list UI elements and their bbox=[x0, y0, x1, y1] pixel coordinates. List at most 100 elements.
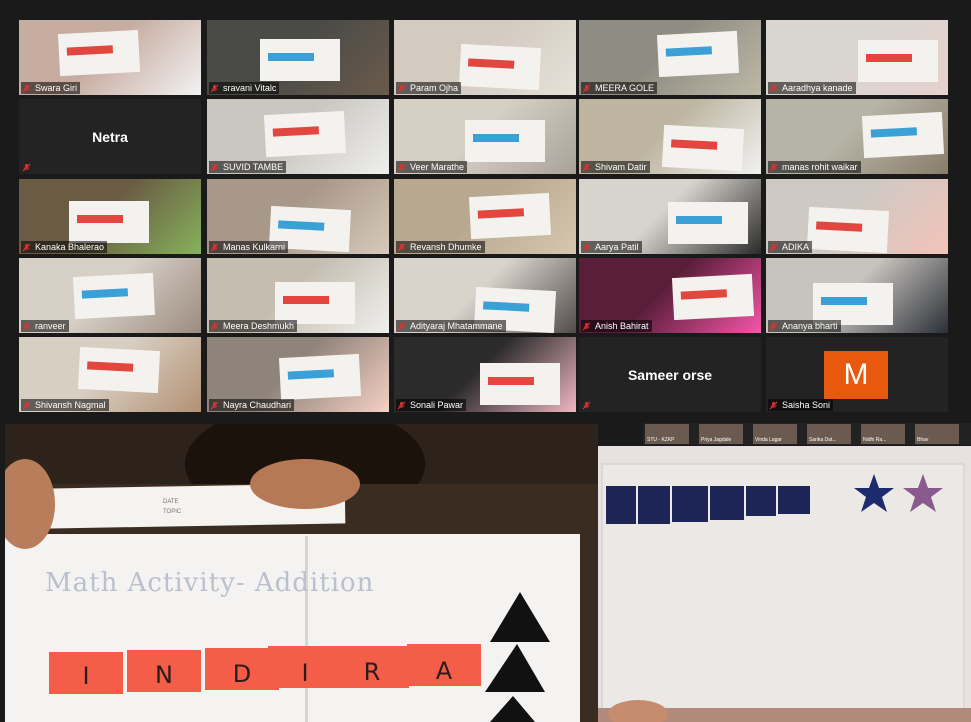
held-paper bbox=[806, 206, 890, 254]
mini-speaker-label: STU - KZKP bbox=[647, 437, 675, 443]
mic-muted-icon bbox=[22, 243, 31, 252]
participant-tile[interactable]: manas rohit waikar bbox=[766, 99, 948, 174]
mic-muted-icon bbox=[769, 163, 778, 172]
spotlight-video-left[interactable]: DATE TOPIC Math Activity- Addition INDIR… bbox=[5, 424, 598, 722]
paper-squares bbox=[473, 134, 519, 142]
participant-tile[interactable]: Aaradhya kanade bbox=[766, 20, 948, 95]
paper-squares bbox=[268, 53, 314, 61]
mic-muted-icon bbox=[582, 84, 591, 93]
mic-muted-icon bbox=[582, 163, 591, 172]
participant-nameplate: manas rohit waikar bbox=[768, 161, 861, 173]
held-paper bbox=[861, 111, 945, 159]
paper-squares bbox=[821, 297, 867, 305]
participant-nameplate: Kanaka Bhalerao bbox=[21, 241, 108, 253]
mini-speaker-label: Nidhi Ra... bbox=[863, 437, 887, 443]
mic-muted-icon bbox=[769, 322, 778, 331]
mini-speaker-label: Vinda Lagar bbox=[755, 437, 782, 443]
paper-squares bbox=[467, 58, 515, 69]
participant-tile[interactable]: Param Ojha bbox=[394, 20, 576, 95]
mic-muted-icon bbox=[22, 401, 31, 410]
paper-squares bbox=[81, 288, 129, 299]
participant-tile[interactable]: Manas Kulkarni bbox=[207, 179, 389, 254]
held-paper bbox=[661, 124, 745, 172]
notebook-date: DATE bbox=[163, 499, 179, 505]
mic-muted-icon bbox=[582, 401, 591, 410]
paper-squares bbox=[866, 54, 912, 62]
paper-squares bbox=[277, 220, 325, 231]
avatar: M bbox=[824, 351, 888, 399]
participant-tile[interactable]: Nayra Chaudhari bbox=[207, 337, 389, 412]
paper-squares bbox=[815, 221, 863, 232]
spotlight-video-right[interactable] bbox=[598, 446, 971, 722]
participant-tile[interactable]: M Saisha Soni bbox=[766, 337, 948, 412]
held-paper bbox=[465, 120, 545, 162]
paper-squares bbox=[665, 46, 713, 57]
notebook-title: Math Activity- Addition bbox=[45, 568, 375, 598]
paper-squares bbox=[283, 296, 329, 304]
participant-tile[interactable]: Adityaraj Mhatammane bbox=[394, 258, 576, 333]
letter-row: INDIRA bbox=[49, 656, 489, 696]
participant-tile[interactable]: Meera Deshmukh bbox=[207, 258, 389, 333]
paper-squares bbox=[680, 289, 728, 300]
paper-squares bbox=[670, 139, 718, 150]
mic-muted-icon bbox=[210, 163, 219, 172]
participant-tile[interactable]: Shivansh Nagmal bbox=[19, 337, 201, 412]
participant-tile[interactable]: Swara Giri bbox=[19, 20, 201, 95]
letter-tile: I bbox=[301, 659, 309, 687]
paper-squares bbox=[482, 301, 530, 312]
letter-tile: A bbox=[435, 657, 453, 685]
participant-nameplate: Ananya bharti bbox=[768, 320, 841, 332]
participant-tile[interactable]: ADIKA bbox=[766, 179, 948, 254]
mic-muted-icon bbox=[210, 243, 219, 252]
participant-tile[interactable]: sravani Vitalc bbox=[207, 20, 389, 95]
participant-nameplate: Sonali Pawar bbox=[396, 399, 467, 411]
held-paper bbox=[278, 353, 362, 401]
held-paper bbox=[69, 201, 149, 243]
mini-speaker-tile[interactable]: Priya Jagdale bbox=[699, 424, 743, 444]
mini-speaker-tile[interactable]: Sarika Dat... bbox=[807, 424, 851, 444]
participant-nameplate: Nayra Chaudhari bbox=[209, 399, 295, 411]
mic-muted-icon bbox=[769, 243, 778, 252]
participant-nameplate: SUVID TAMBE bbox=[209, 161, 287, 173]
mic-muted-icon bbox=[582, 243, 591, 252]
mic-muted-icon bbox=[22, 84, 31, 93]
participant-tile[interactable]: Kanaka Bhalerao bbox=[19, 179, 201, 254]
held-paper bbox=[458, 43, 542, 91]
mic-muted-icon bbox=[22, 163, 31, 172]
participant-nameplate: Anish Bahirat bbox=[581, 320, 652, 332]
participant-tile[interactable]: NetraNetra bbox=[19, 99, 201, 174]
participant-tile[interactable]: Ananya bharti bbox=[766, 258, 948, 333]
participant-center-name: Sameer orse bbox=[627, 367, 713, 383]
participant-grid: Swara Giri sravani Vitalc Param Ojha MEERA … bbox=[19, 20, 949, 412]
mini-speaker-tile[interactable]: Bhav bbox=[915, 424, 959, 444]
participant-nameplate: Meera Deshmukh bbox=[209, 320, 298, 332]
mini-speaker-tile[interactable]: STU - KZKP bbox=[645, 424, 689, 444]
participant-tile[interactable]: Aarya Patil bbox=[579, 179, 761, 254]
mic-muted-icon bbox=[397, 163, 406, 172]
paper-squares bbox=[86, 361, 134, 372]
participant-tile[interactable]: Sameer orseSameer orse bbox=[579, 337, 761, 412]
mini-speaker-tile[interactable]: Nidhi Ra... bbox=[861, 424, 905, 444]
participant-tile[interactable]: SUVID TAMBE bbox=[207, 99, 389, 174]
participant-tile[interactable]: Sonali Pawar bbox=[394, 337, 576, 412]
held-paper bbox=[468, 192, 552, 240]
participant-tile[interactable]: Shivam Datir bbox=[579, 99, 761, 174]
mic-muted-icon bbox=[210, 401, 219, 410]
participant-tile[interactable]: Anish Bahirat bbox=[579, 258, 761, 333]
held-paper bbox=[72, 272, 156, 320]
mic-muted-icon bbox=[210, 322, 219, 331]
participant-tile[interactable]: ranveer bbox=[19, 258, 201, 333]
held-paper bbox=[260, 39, 340, 81]
video-call-stage: Swara Giri sravani Vitalc Param Ojha MEERA … bbox=[0, 0, 971, 722]
mini-speaker-tile[interactable]: Vinda Lagar bbox=[753, 424, 797, 444]
participant-nameplate: Shivam Datir bbox=[581, 161, 650, 173]
participant-tile[interactable]: Revansh Dhumke bbox=[394, 179, 576, 254]
participant-nameplate: sravani Vitalc bbox=[209, 82, 280, 94]
speaker-strip: STU - KZKP Priya Jagdale Vinda Lagar Sarika… bbox=[643, 423, 971, 445]
participant-tile[interactable]: Veer Marathe bbox=[394, 99, 576, 174]
held-paper bbox=[858, 40, 938, 82]
participant-center-name: Netra bbox=[92, 129, 128, 145]
held-paper bbox=[275, 282, 355, 324]
mic-muted-icon bbox=[210, 84, 219, 93]
participant-tile[interactable]: MEERA GOLE bbox=[579, 20, 761, 95]
